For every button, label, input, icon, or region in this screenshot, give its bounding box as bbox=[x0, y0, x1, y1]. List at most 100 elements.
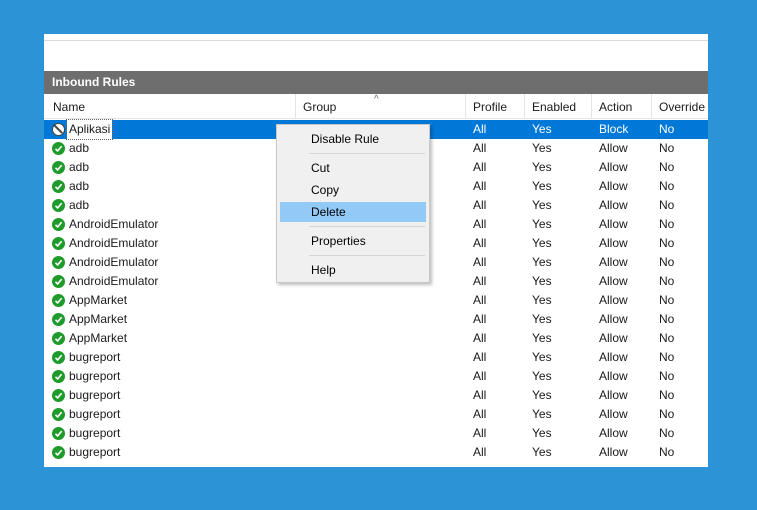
sort-ascending-icon: ^ bbox=[374, 94, 379, 105]
rule-name: Aplikasi bbox=[65, 119, 114, 140]
rule-override: No bbox=[659, 445, 675, 459]
rule-override: No bbox=[659, 179, 675, 193]
rule-enabled: Yes bbox=[532, 255, 552, 269]
rule-action: Allow bbox=[599, 255, 628, 269]
rule-enabled: Yes bbox=[532, 312, 552, 326]
rule-action: Allow bbox=[599, 160, 628, 174]
rule-action: Allow bbox=[599, 445, 628, 459]
table-row[interactable]: bugreport All Yes Allow No bbox=[44, 367, 708, 386]
rule-name: bugreport bbox=[69, 388, 121, 402]
rule-enabled: Yes bbox=[532, 179, 552, 193]
column-header-action[interactable]: Action bbox=[591, 94, 651, 118]
allow-check-icon bbox=[52, 427, 65, 440]
rule-override: No bbox=[659, 350, 675, 364]
rule-profile: All bbox=[473, 198, 487, 212]
allow-check-icon bbox=[52, 294, 65, 307]
column-header-override[interactable]: Override bbox=[651, 94, 708, 118]
table-row[interactable]: AppMarket All Yes Allow No bbox=[44, 329, 708, 348]
table-row[interactable]: bugreport All Yes Allow No bbox=[44, 443, 708, 462]
rule-profile: All bbox=[473, 426, 487, 440]
rule-action: Allow bbox=[599, 293, 628, 307]
column-header-row: Name Group ^ Profile Enabled Action Over… bbox=[44, 94, 708, 119]
allow-check-icon bbox=[52, 142, 65, 155]
rule-override: No bbox=[659, 217, 675, 231]
allow-check-icon bbox=[52, 161, 65, 174]
block-icon bbox=[52, 123, 65, 136]
rule-action: Allow bbox=[599, 141, 628, 155]
rule-action: Allow bbox=[599, 217, 628, 231]
rule-enabled: Yes bbox=[532, 141, 552, 155]
rule-action: Allow bbox=[599, 331, 628, 345]
rule-override: No bbox=[659, 255, 675, 269]
rule-enabled: Yes bbox=[532, 160, 552, 174]
rule-enabled: Yes bbox=[532, 445, 552, 459]
rule-action: Allow bbox=[599, 350, 628, 364]
rule-override: No bbox=[659, 141, 675, 155]
column-header-profile[interactable]: Profile bbox=[465, 94, 524, 118]
rule-override: No bbox=[659, 312, 675, 326]
column-header-name[interactable]: Name bbox=[44, 94, 295, 118]
rule-override: No bbox=[659, 426, 675, 440]
rule-enabled: Yes bbox=[532, 274, 552, 288]
rule-override: No bbox=[659, 236, 675, 250]
table-row[interactable]: AppMarket All Yes Allow No bbox=[44, 310, 708, 329]
menu-item-disable-rule[interactable]: Disable Rule bbox=[280, 129, 426, 149]
rule-name: adb bbox=[69, 160, 90, 174]
rule-enabled: Yes bbox=[532, 369, 552, 383]
allow-check-icon bbox=[52, 389, 65, 402]
table-row[interactable]: AppMarket All Yes Allow No bbox=[44, 291, 708, 310]
rule-profile: All bbox=[473, 312, 487, 326]
table-row[interactable]: bugreport All Yes Allow No bbox=[44, 386, 708, 405]
column-header-group-label: Group bbox=[303, 100, 337, 114]
context-menu: Disable Rule Cut Copy Delete Properties … bbox=[276, 124, 430, 283]
rule-override: No bbox=[659, 160, 675, 174]
rule-profile: All bbox=[473, 141, 487, 155]
rule-override: No bbox=[659, 293, 675, 307]
rule-profile: All bbox=[473, 331, 487, 345]
rule-enabled: Yes bbox=[532, 331, 552, 345]
rule-action: Allow bbox=[599, 179, 628, 193]
menu-item-help[interactable]: Help bbox=[280, 260, 426, 280]
rule-action: Allow bbox=[599, 198, 628, 212]
column-header-enabled[interactable]: Enabled bbox=[524, 94, 591, 118]
rule-name: AndroidEmulator bbox=[69, 255, 159, 269]
menu-separator bbox=[309, 255, 425, 256]
table-row[interactable]: bugreport All Yes Allow No bbox=[44, 348, 708, 367]
allow-check-icon bbox=[52, 408, 65, 421]
allow-check-icon bbox=[52, 180, 65, 193]
allow-check-icon bbox=[52, 275, 65, 288]
allow-check-icon bbox=[52, 332, 65, 345]
menu-item-properties[interactable]: Properties bbox=[280, 231, 426, 251]
rule-name: AppMarket bbox=[69, 331, 128, 345]
rule-action: Block bbox=[599, 122, 629, 136]
rule-enabled: Yes bbox=[532, 198, 552, 212]
rule-name: adb bbox=[69, 179, 90, 193]
menu-separator bbox=[309, 226, 425, 227]
rule-name: bugreport bbox=[69, 369, 121, 383]
rule-name: bugreport bbox=[69, 350, 121, 364]
allow-check-icon bbox=[52, 446, 65, 459]
rule-profile: All bbox=[473, 236, 487, 250]
table-row[interactable]: bugreport All Yes Allow No bbox=[44, 424, 708, 443]
allow-check-icon bbox=[52, 237, 65, 250]
rule-enabled: Yes bbox=[532, 293, 552, 307]
allow-check-icon bbox=[52, 256, 65, 269]
rule-name: bugreport bbox=[69, 445, 121, 459]
toolbar-strip bbox=[44, 34, 708, 41]
rule-name: AndroidEmulator bbox=[69, 236, 159, 250]
menu-item-delete[interactable]: Delete bbox=[280, 202, 426, 222]
rule-enabled: Yes bbox=[532, 122, 552, 136]
column-header-group[interactable]: Group ^ bbox=[295, 94, 465, 118]
rule-override: No bbox=[659, 198, 675, 212]
menu-item-copy[interactable]: Copy bbox=[280, 180, 426, 200]
table-row[interactable]: bugreport All Yes Allow No bbox=[44, 405, 708, 424]
rule-profile: All bbox=[473, 160, 487, 174]
allow-check-icon bbox=[52, 370, 65, 383]
rule-profile: All bbox=[473, 369, 487, 383]
menu-separator bbox=[309, 153, 425, 154]
rule-enabled: Yes bbox=[532, 236, 552, 250]
rule-profile: All bbox=[473, 255, 487, 269]
rule-action: Allow bbox=[599, 369, 628, 383]
menu-item-cut[interactable]: Cut bbox=[280, 158, 426, 178]
rule-action: Allow bbox=[599, 236, 628, 250]
